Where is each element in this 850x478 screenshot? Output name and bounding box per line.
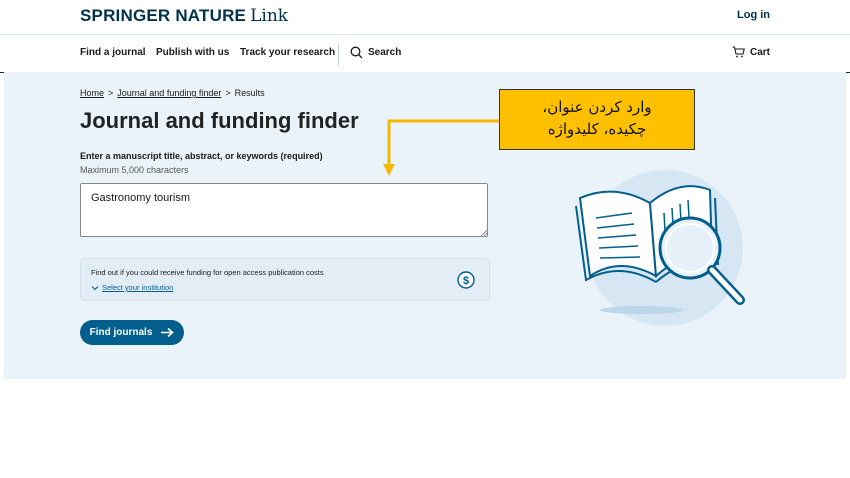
search-icon <box>350 46 363 59</box>
book-magnifier-illustration <box>575 170 745 326</box>
annotation-line-2: چکیده، کلیدواژه <box>547 120 647 138</box>
annotation-callout: وارد کردن عنوان، چکیده، کلیدواژه <box>499 89 695 150</box>
breadcrumb-separator: > <box>108 88 114 98</box>
top-bar: SPRINGER NATURE Link Log in <box>0 0 850 34</box>
breadcrumb-separator: > <box>225 88 231 98</box>
login-link[interactable]: Log in <box>737 9 770 21</box>
funding-panel: Find out if you could receive funding fo… <box>80 258 490 301</box>
dollar-icon: $ <box>457 271 475 289</box>
search-label: Search <box>368 47 402 58</box>
breadcrumb-home[interactable]: Home <box>80 88 104 98</box>
manuscript-field-hint: Maximum 5,000 characters <box>80 165 189 175</box>
nav-publish-with-us[interactable]: Publish with us <box>156 47 229 58</box>
nav-search[interactable]: Search <box>350 46 401 59</box>
nav-find-journal[interactable]: Find a journal <box>80 47 146 58</box>
manuscript-field-label: Enter a manuscript title, abstract, or k… <box>80 151 323 161</box>
resize-grip-icon[interactable] <box>480 229 487 236</box>
page-title: Journal and funding finder <box>80 108 359 133</box>
cart-label: Cart <box>749 46 770 58</box>
find-journals-label: Find journals <box>89 327 153 338</box>
breadcrumb-finder[interactable]: Journal and funding finder <box>117 88 221 98</box>
logo-link-text: Link <box>250 6 289 26</box>
cart-link[interactable]: Cart <box>732 46 770 58</box>
nav-divider <box>338 43 339 65</box>
find-journals-button[interactable]: Find journals <box>80 320 184 345</box>
arrow-right-icon <box>161 327 175 338</box>
select-institution-link[interactable]: Select your institution <box>91 283 173 292</box>
springer-nature-link-logo[interactable]: SPRINGER NATURE Link <box>80 6 288 26</box>
manuscript-input[interactable]: Gastronomy tourism <box>80 183 488 237</box>
annotation-line-1: وارد کردن عنوان، <box>542 98 652 116</box>
breadcrumb-current: Results <box>234 88 265 98</box>
breadcrumb: Home > Journal and funding finder > Results <box>80 88 265 98</box>
chevron-down-icon <box>91 285 99 290</box>
logo-brand: SPRINGER NATURE <box>80 6 247 25</box>
cart-icon <box>732 46 745 58</box>
main-nav: Find a journal Publish with us Track you… <box>0 34 850 73</box>
select-institution-label: Select your institution <box>102 283 174 292</box>
nav-track-research[interactable]: Track your research <box>240 47 335 58</box>
svg-text:$: $ <box>463 275 469 287</box>
funding-text: Find out if you could receive funding fo… <box>91 268 324 277</box>
